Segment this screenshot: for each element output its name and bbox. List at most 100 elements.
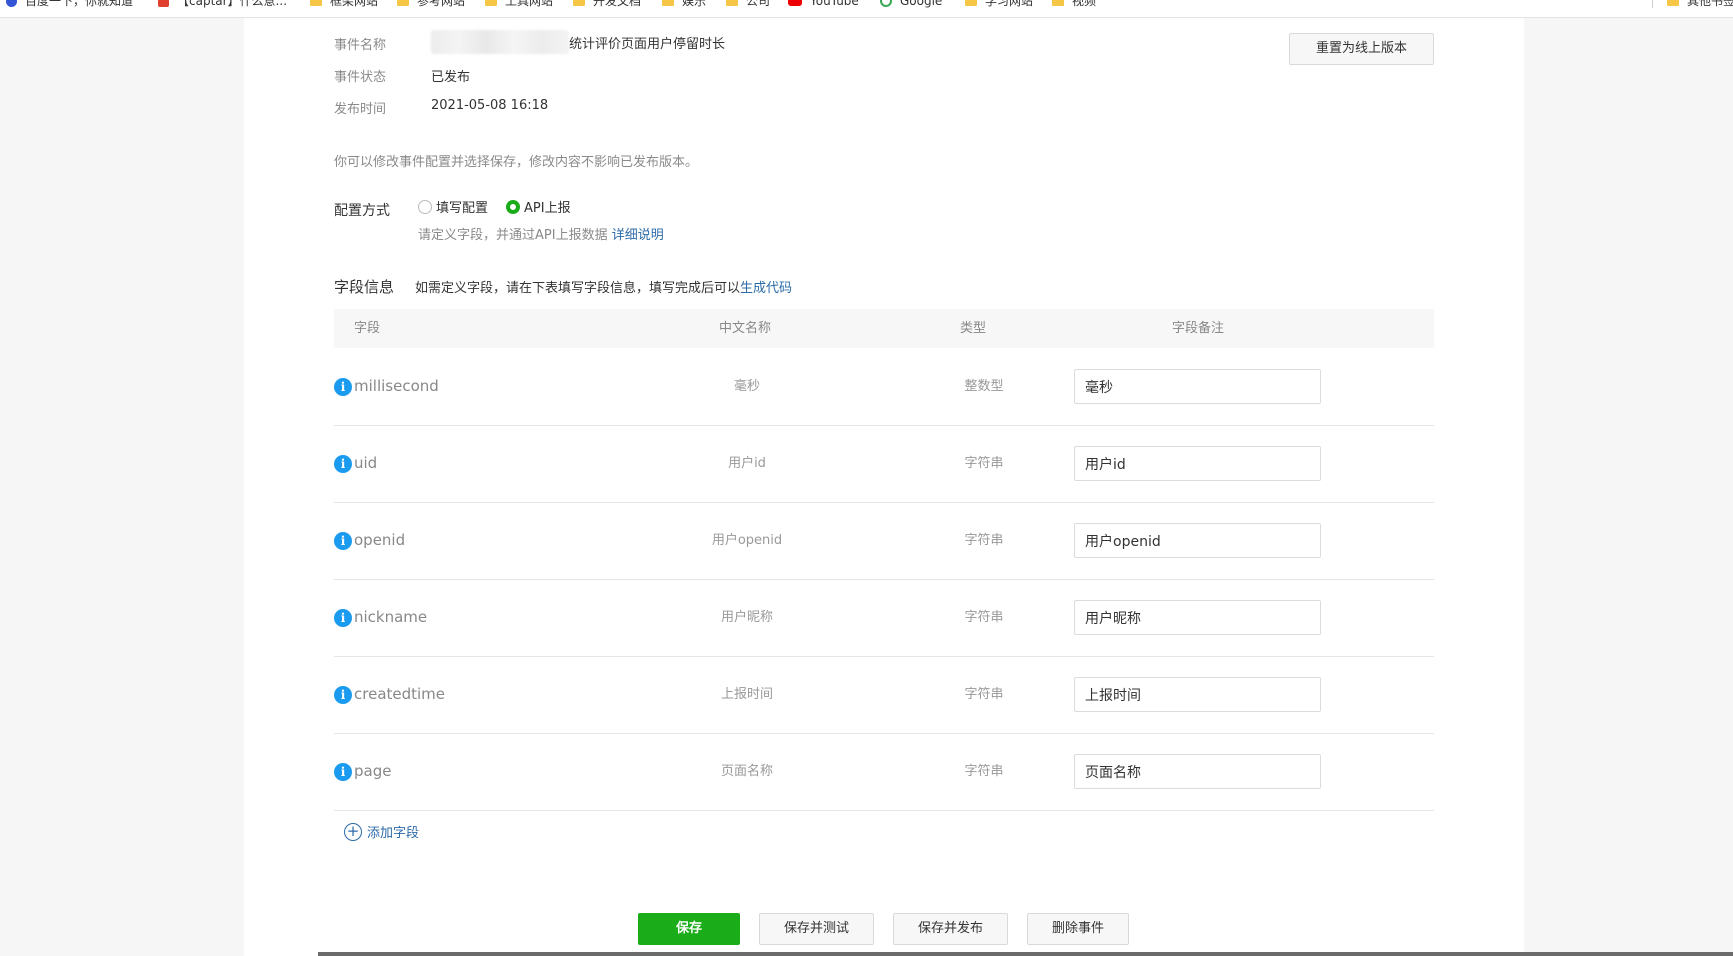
field-cn-name: 上报时间 — [720, 687, 773, 702]
bookmark-label: 工具网站 — [505, 0, 554, 8]
event-status-label: 事件状态 — [334, 70, 387, 85]
plus-circle-icon: + — [344, 822, 362, 841]
bookmark-label: 【captar】什么意... — [177, 0, 288, 8]
redacted-block — [431, 30, 569, 54]
field-remark-input[interactable] — [1074, 446, 1321, 481]
folder-icon — [662, 0, 674, 6]
bookmark-label: 其他书签 — [1687, 0, 1733, 8]
event-name-text: 统计评价页面用户停留时长 — [569, 36, 726, 52]
save-and-test-button[interactable]: 保存并测试 — [759, 913, 874, 945]
google-icon — [880, 0, 892, 7]
event-name-value: 统计评价页面用户停留时长 — [431, 30, 725, 54]
field-type: 字符串 — [964, 687, 1004, 702]
delete-event-button[interactable]: 删除事件 — [1027, 913, 1129, 945]
save-and-publish-button[interactable]: 保存并发布 — [893, 913, 1008, 945]
bookmark-folder-reference[interactable]: 参考网站 — [397, 0, 465, 11]
bookmark-youtube[interactable]: YouTube — [788, 0, 859, 11]
bookmark-label: 百度一下，你就知道 — [25, 0, 134, 8]
table-row: i millisecond 毫秒 整数型 — [334, 348, 1434, 426]
bookmark-folder-company[interactable]: 公司 — [726, 0, 770, 11]
table-row: i createdtime 上报时间 字符串 — [334, 656, 1434, 734]
field-type: 字符串 — [964, 456, 1004, 471]
radio-label: 填写配置 — [436, 201, 489, 216]
table-row: i uid 用户id 字符串 — [334, 425, 1434, 503]
save-button[interactable]: 保存 — [638, 913, 740, 945]
bookmark-folder-frameworks[interactable]: 框架网站 — [310, 0, 378, 11]
folder-icon — [485, 0, 497, 6]
publish-time-value: 2021-05-08 16:18 — [431, 98, 549, 113]
field-type: 整数型 — [964, 379, 1004, 394]
youtube-icon — [788, 0, 802, 6]
radio-unchecked-icon — [418, 199, 432, 214]
bookmark-label: 学习网站 — [985, 0, 1034, 8]
config-method-label: 配置方式 — [334, 203, 390, 219]
radio-label: API上报 — [524, 201, 571, 216]
bookmark-captar[interactable]: 【captar】什么意... — [158, 0, 287, 11]
bookmark-label: 框架网站 — [330, 0, 379, 8]
radio-checked-icon — [506, 199, 521, 214]
field-cn-name: 用户id — [728, 456, 766, 471]
config-hint: 请定义字段，并通过API上报数据 详细说明 — [418, 224, 664, 243]
publish-time-label: 发布时间 — [334, 102, 387, 117]
folder-icon — [1667, 0, 1679, 6]
field-info-desc-text: 如需定义字段，请在下表填写字段信息，填写完成后可以 — [415, 281, 741, 296]
field-remark-input[interactable] — [1074, 754, 1321, 789]
captar-icon — [158, 0, 169, 7]
baidu-icon — [6, 0, 17, 7]
field-info-title: 字段信息 — [334, 278, 395, 296]
edit-hint: 你可以修改事件配置并选择保存，修改内容不影响已发布版本。 — [334, 155, 699, 170]
column-header-field: 字段 — [354, 321, 381, 336]
add-field-button[interactable]: + 添加字段 — [344, 822, 419, 841]
reset-online-version-button[interactable]: 重置为线上版本 — [1289, 33, 1434, 65]
bookmark-separator — [1652, 0, 1653, 8]
event-name-label: 事件名称 — [334, 38, 387, 53]
bookmarks-bar: 百度一下，你就知道 【captar】什么意... 框架网站 参考网站 工具网站 … — [0, 0, 1733, 18]
field-remark-input[interactable] — [1074, 677, 1321, 712]
bookmark-folder-other[interactable]: 其他书签 — [1652, 0, 1733, 11]
bookmark-label: Google — [900, 0, 943, 8]
bookmark-google[interactable]: Google — [880, 0, 942, 11]
bookmark-label: 视频 — [1072, 0, 1097, 8]
config-method-options: 填写配置 API上报 — [418, 197, 571, 216]
bookmark-folder-learning[interactable]: 学习网站 — [965, 0, 1033, 11]
bookmark-folder-docs[interactable]: 开发文档 — [573, 0, 641, 11]
bookmark-folder-videos[interactable]: 视频 — [1052, 0, 1096, 11]
folder-icon — [965, 0, 977, 6]
bookmark-label: 参考网站 — [417, 0, 466, 8]
column-header-remark: 字段备注 — [1172, 321, 1225, 336]
folder-icon — [726, 0, 738, 6]
bookmark-label: 娱乐 — [682, 0, 707, 8]
bookmark-baidu[interactable]: 百度一下，你就知道 — [6, 0, 133, 11]
add-field-label: 添加字段 — [367, 826, 420, 841]
event-edit-panel: 事件名称 统计评价页面用户停留时长 事件状态 已发布 发布时间 2021-05-… — [244, 18, 1524, 956]
field-type: 字符串 — [964, 610, 1004, 625]
event-status-value: 已发布 — [431, 70, 471, 85]
config-hint-text: 请定义字段，并通过API上报数据 — [418, 228, 608, 243]
bookmark-folder-tools[interactable]: 工具网站 — [485, 0, 553, 11]
generate-code-link[interactable]: 生成代码 — [740, 281, 792, 296]
field-info-desc: 如需定义字段，请在下表填写字段信息，填写完成后可以生成代码 — [415, 277, 792, 296]
field-type: 字符串 — [964, 533, 1004, 548]
horizontal-scrollbar[interactable] — [318, 952, 1733, 956]
radio-fill-config[interactable]: 填写配置 — [418, 197, 488, 216]
field-cn-name: 页面名称 — [720, 764, 773, 779]
table-row: i nickname 用户昵称 字符串 — [334, 579, 1434, 657]
field-remark-input[interactable] — [1074, 369, 1321, 404]
folder-icon — [310, 0, 322, 6]
bookmark-label: 公司 — [746, 0, 771, 8]
bookmark-label: 开发文档 — [593, 0, 642, 8]
fields-table-header: 字段 中文名称 类型 字段备注 — [334, 309, 1434, 348]
bookmark-label: YouTube — [810, 0, 859, 8]
radio-api-report[interactable]: API上报 — [506, 197, 571, 216]
bookmark-folder-entertainment[interactable]: 娱乐 — [662, 0, 706, 11]
field-cn-name: 用户openid — [711, 533, 783, 548]
details-link[interactable]: 详细说明 — [612, 228, 664, 243]
column-header-type: 类型 — [960, 321, 987, 336]
field-remark-input[interactable] — [1074, 600, 1321, 635]
field-remark-input[interactable] — [1074, 523, 1321, 558]
field-cn-name: 毫秒 — [733, 379, 760, 394]
folder-icon — [397, 0, 409, 6]
folder-icon — [1052, 0, 1064, 6]
field-type: 字符串 — [964, 764, 1004, 779]
table-row: i openid 用户openid 字符串 — [334, 502, 1434, 580]
